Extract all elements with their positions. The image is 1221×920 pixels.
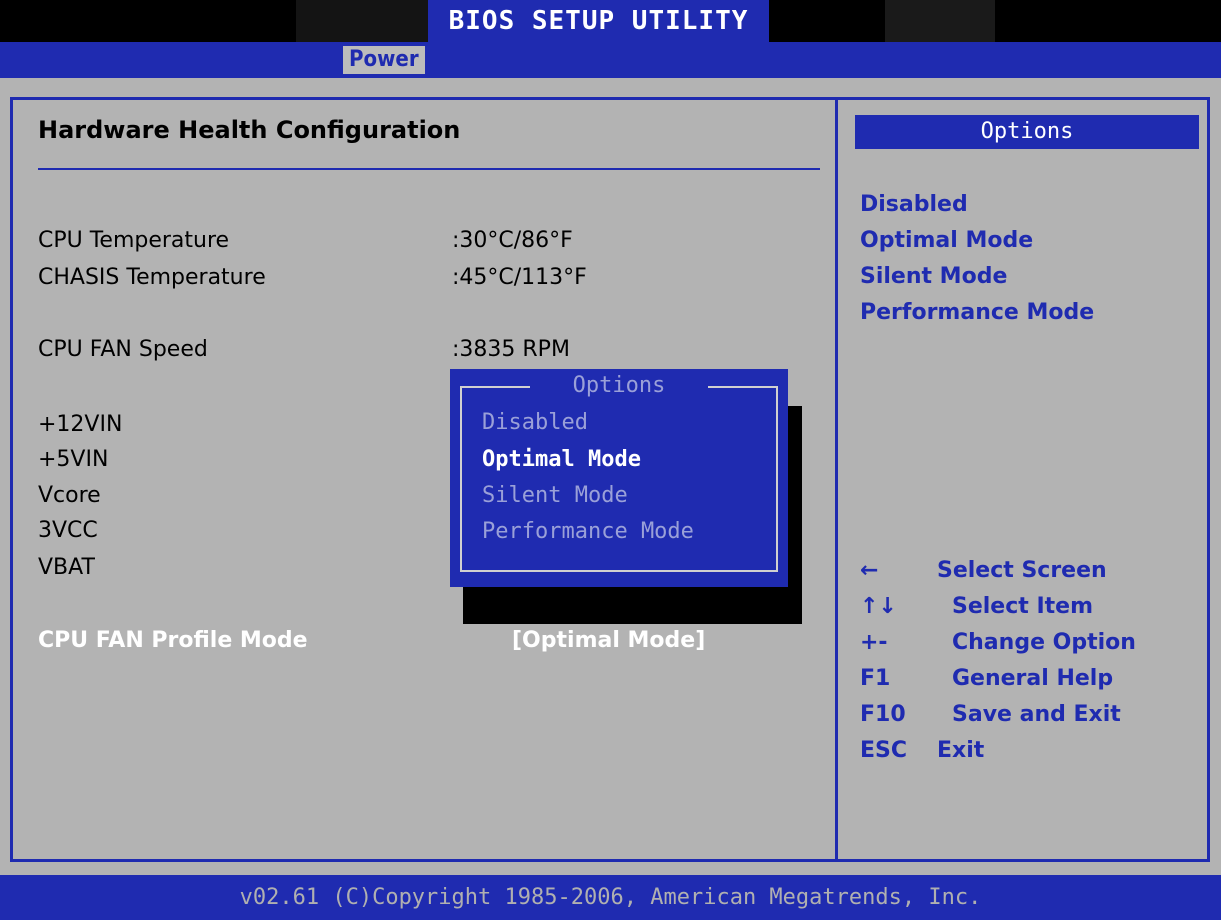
key-select-item-desc: Select Item	[952, 594, 1093, 619]
key-select-item: ↑↓	[860, 594, 897, 619]
cpu-fan-speed-label: CPU FAN Speed	[38, 337, 208, 362]
12vin-label: +12VIN	[38, 412, 123, 437]
help-option-disabled: Disabled	[860, 192, 968, 217]
tab-bar	[0, 42, 1221, 78]
cpu-fan-profile-mode-value[interactable]: [Optimal Mode]	[512, 628, 705, 653]
key-exit-desc: Exit	[937, 738, 985, 763]
options-popup-title: Options	[530, 372, 708, 400]
chasis-temperature-value: :45°C/113°F	[452, 265, 587, 290]
panel-divider	[835, 97, 838, 862]
key-change-option-desc: Change Option	[952, 630, 1136, 655]
popup-option-silent-mode[interactable]: Silent Mode	[482, 483, 628, 508]
help-option-performance: Performance Mode	[860, 300, 1095, 325]
cpu-fan-speed-value: :3835 RPM	[452, 337, 570, 362]
copyright-footer: v02.61 (C)Copyright 1985-2006, American …	[0, 875, 1221, 920]
key-save-exit-desc: Save and Exit	[952, 702, 1121, 727]
cpu-temperature-value: :30°C/86°F	[452, 228, 573, 253]
section-rule	[38, 168, 820, 170]
key-select-screen-desc: Select Screen	[937, 558, 1107, 583]
key-exit: ESC	[860, 738, 908, 763]
help-panel-header: Options	[855, 115, 1199, 149]
popup-option-disabled[interactable]: Disabled	[482, 410, 588, 435]
key-change-option: +-	[860, 630, 888, 655]
key-general-help: F1	[860, 666, 891, 691]
title-bar-shade-right	[885, 0, 995, 42]
key-select-screen: ←	[860, 558, 879, 583]
5vin-label: +5VIN	[38, 447, 109, 472]
vbat-label: VBAT	[38, 555, 95, 580]
key-general-help-desc: General Help	[952, 666, 1114, 691]
popup-option-optimal-mode[interactable]: Optimal Mode	[482, 447, 641, 472]
section-title: Hardware Health Configuration	[38, 116, 461, 144]
tab-power[interactable]: Power	[343, 46, 425, 74]
help-option-silent: Silent Mode	[860, 264, 1008, 289]
help-option-optimal: Optimal Mode	[860, 228, 1034, 253]
3vcc-label: 3VCC	[38, 518, 98, 543]
title-bar-shade-left	[296, 0, 428, 42]
bios-title: BIOS SETUP UTILITY	[428, 0, 769, 42]
chasis-temperature-label: CHASIS Temperature	[38, 265, 266, 290]
cpu-fan-profile-mode-label[interactable]: CPU FAN Profile Mode	[38, 628, 308, 653]
vcore-label: Vcore	[38, 483, 101, 508]
popup-option-performance-mode[interactable]: Performance Mode	[482, 519, 694, 544]
cpu-temperature-label: CPU Temperature	[38, 228, 230, 253]
key-save-exit: F10	[860, 702, 906, 727]
